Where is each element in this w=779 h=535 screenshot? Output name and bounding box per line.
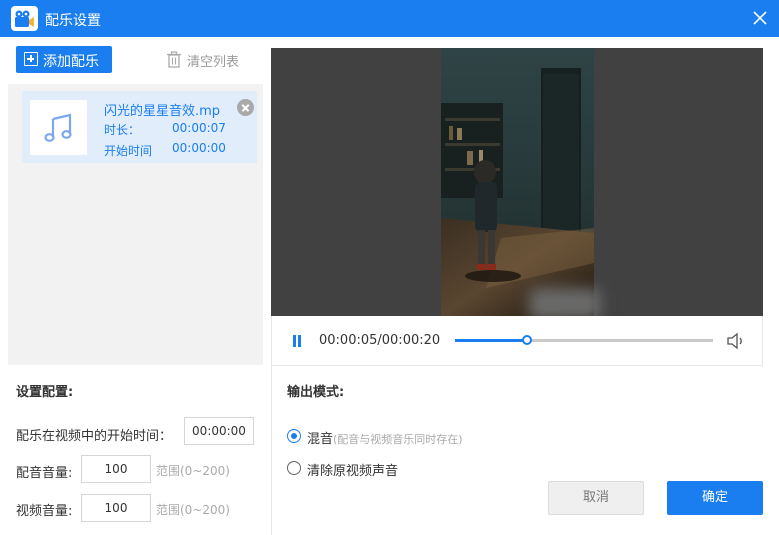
plus-icon	[24, 52, 38, 66]
mix-label: 混音	[307, 432, 334, 447]
film-camera-icon	[11, 6, 38, 31]
clear-audio-label[interactable]: 清除原视频声音	[307, 460, 398, 479]
start-time-input[interactable]	[184, 417, 254, 445]
close-icon[interactable]	[750, 8, 770, 28]
music-volume-range: 范围(0~200)	[156, 464, 230, 478]
add-music-button[interactable]: 添加配乐	[16, 46, 112, 73]
progress-handle[interactable]	[522, 335, 533, 345]
clear-list-label: 清空列表	[187, 55, 240, 70]
music-list-item[interactable]: 闪光的星星音效.mp 时长： 00:00:07 开始时间 00:00:00	[22, 91, 257, 163]
start-time-label: 开始时间	[104, 144, 153, 158]
mix-hint: (配音与视频音乐同时存在)	[333, 433, 463, 446]
music-volume-input[interactable]	[81, 455, 151, 483]
clear-list-button[interactable]: 清空列表	[166, 50, 248, 70]
add-music-label: 添加配乐	[43, 54, 99, 70]
duration-value: 00:00:07	[172, 121, 226, 135]
cancel-button[interactable]: 取消	[548, 481, 644, 515]
window-title: 配乐设置	[45, 13, 101, 29]
video-volume-range: 范围(0~200)	[156, 503, 230, 517]
time-display: 00:00:05/00:00:20	[319, 333, 441, 348]
remove-music-icon[interactable]	[237, 99, 254, 116]
settings-title: 设置配置:	[16, 385, 74, 400]
video-volume-input[interactable]	[81, 494, 151, 522]
duration-label: 时长：	[104, 123, 141, 137]
start-time-value: 00:00:00	[172, 141, 226, 155]
start-time-setting-label: 配乐在视频中的开始时间：	[16, 429, 173, 444]
clear-audio-radio[interactable]	[287, 461, 301, 475]
player-controls: 00:00:05/00:00:20	[271, 316, 763, 366]
music-name: 闪光的星星音效.mp	[104, 104, 221, 119]
pause-icon[interactable]	[291, 335, 303, 348]
divider	[271, 365, 272, 535]
ok-button[interactable]: 确定	[667, 481, 763, 515]
output-mode-title: 输出模式:	[287, 385, 345, 400]
progress-bar[interactable]	[455, 335, 713, 345]
mix-radio[interactable]	[287, 429, 301, 443]
trash-icon	[167, 51, 181, 68]
progress-fill	[455, 339, 528, 342]
video-volume-label: 视频音量:	[16, 504, 73, 519]
volume-icon[interactable]	[726, 332, 746, 350]
video-preview[interactable]	[271, 48, 763, 316]
music-note-icon	[30, 100, 87, 155]
mix-option-label[interactable]: 混音(配音与视频音乐同时存在)	[307, 428, 463, 447]
music-volume-label: 配音音量:	[16, 466, 73, 481]
video-frame-image	[441, 48, 594, 316]
watermark-blur	[529, 288, 601, 316]
title-bar: 配乐设置	[0, 0, 779, 37]
